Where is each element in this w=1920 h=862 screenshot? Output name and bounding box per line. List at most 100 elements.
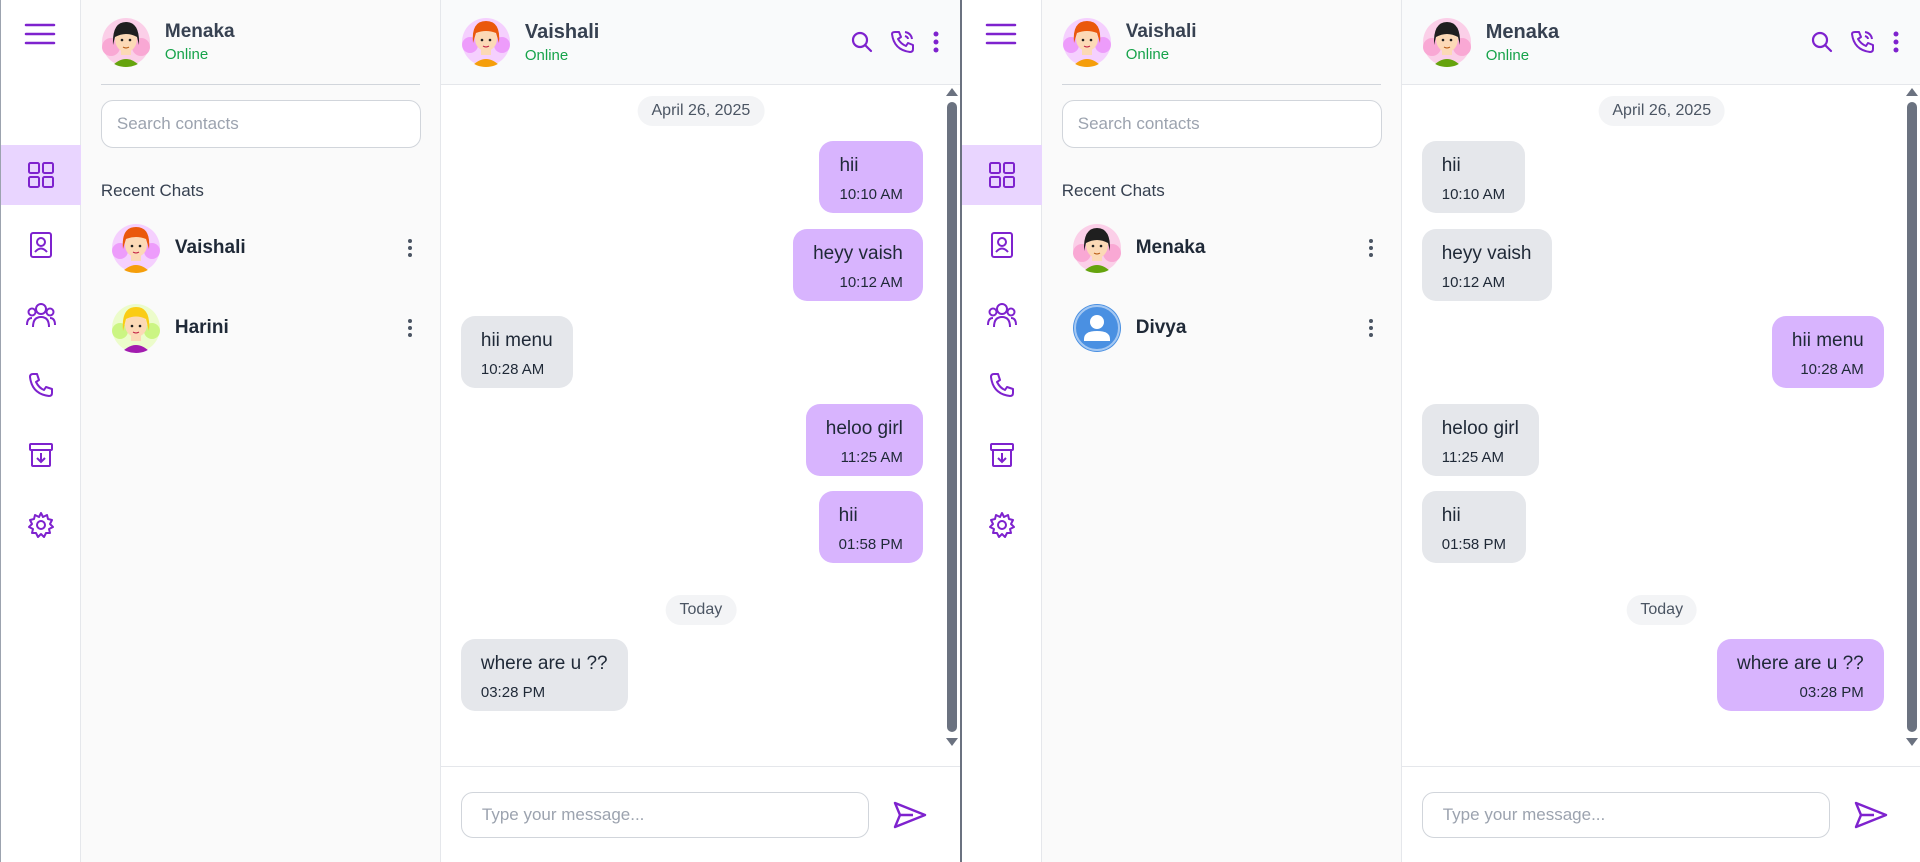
- phone-icon: [988, 371, 1016, 399]
- conversation-status: Online: [1485, 46, 1530, 64]
- chat-list-item[interactable]: Divya: [1062, 295, 1381, 361]
- message-bubble: heloo girl 11:25 AM: [1421, 404, 1539, 476]
- message-text: hii: [1441, 155, 1461, 176]
- message-time: 11:25 AM: [840, 449, 903, 466]
- settings-icon: [27, 511, 55, 539]
- avatar: [111, 223, 161, 273]
- avatar: [101, 17, 151, 67]
- contacts-icon: [988, 231, 1016, 259]
- more-button[interactable]: [932, 30, 940, 54]
- message-bubble: heyy vaish 10:12 AM: [793, 229, 923, 301]
- nav-settings[interactable]: [1, 495, 81, 555]
- conversation-header: Vaishali Online: [440, 0, 960, 85]
- message-text: hii menu: [1791, 330, 1864, 351]
- message-bubble: where are u ?? 03:28 PM: [460, 639, 628, 711]
- nav-groups[interactable]: [1, 285, 81, 345]
- message-composer: [1401, 766, 1920, 862]
- chat-name: Harini: [174, 317, 229, 338]
- nav-dashboard[interactable]: [962, 145, 1042, 205]
- nav-contacts[interactable]: [1, 215, 81, 275]
- groups-icon: [26, 301, 56, 329]
- send-button[interactable]: [1854, 800, 1888, 830]
- avatar: [111, 303, 161, 353]
- conversation-header: Menaka Online: [1401, 0, 1920, 85]
- message-time: 03:28 PM: [1799, 684, 1864, 701]
- chat-list-item[interactable]: Menaka: [1062, 215, 1381, 281]
- nav-calls[interactable]: [1, 355, 81, 415]
- message-text: hii: [838, 505, 858, 526]
- scrollbar[interactable]: [946, 88, 958, 763]
- scroll-up-arrow-icon[interactable]: [946, 88, 958, 96]
- more-button[interactable]: [1892, 30, 1900, 54]
- current-user: Menaka Online: [100, 0, 420, 85]
- message-time: 10:12 AM: [1441, 274, 1506, 291]
- message-bubble: heloo girl 11:25 AM: [805, 404, 923, 476]
- archive-icon: [27, 441, 55, 469]
- date-separator: Today: [1626, 595, 1698, 625]
- hamburger-menu-button[interactable]: [981, 18, 1021, 50]
- message-input[interactable]: [460, 791, 869, 838]
- left-app: Menaka Online Recent Chats Vaishali Hari…: [0, 0, 961, 862]
- nav-contacts[interactable]: [962, 215, 1042, 275]
- scroll-down-arrow-icon[interactable]: [946, 738, 958, 746]
- more-options-icon[interactable]: [400, 239, 420, 257]
- search-button[interactable]: [850, 30, 874, 54]
- send-icon: [893, 800, 927, 830]
- message-bubble: hii 10:10 AM: [1421, 141, 1526, 213]
- search-input[interactable]: [1061, 100, 1382, 148]
- avatar: [1072, 223, 1122, 273]
- message-time: 10:28 AM: [1800, 361, 1864, 378]
- scroll-up-arrow-icon[interactable]: [1906, 88, 1918, 96]
- message-text: hii: [1441, 505, 1461, 526]
- message-bubble: heyy vaish 10:12 AM: [1421, 229, 1552, 301]
- call-icon: [890, 29, 916, 55]
- hamburger-menu-button[interactable]: [20, 18, 60, 50]
- conversation-panel: Menaka Online April 26, 2025 hii 10:10 AM…: [1401, 0, 1920, 862]
- date-separator: April 26, 2025: [1598, 96, 1726, 126]
- send-button[interactable]: [893, 800, 927, 830]
- search-button[interactable]: [1810, 30, 1834, 54]
- message-text: heloo girl: [825, 418, 903, 439]
- conversation-name: Vaishali: [524, 20, 600, 43]
- contacts-icon: [27, 231, 55, 259]
- conversation-status: Online: [524, 46, 569, 64]
- nav-archive[interactable]: [1, 425, 81, 485]
- nav-dashboard[interactable]: [1, 145, 81, 205]
- date-separator: April 26, 2025: [637, 96, 765, 126]
- message-bubble: hii menu 10:28 AM: [1771, 316, 1884, 388]
- message-time: 10:10 AM: [839, 186, 903, 203]
- message-input[interactable]: [1421, 791, 1830, 838]
- dashboard-icon: [988, 161, 1016, 189]
- nav-archive[interactable]: [962, 425, 1042, 485]
- dashboard-icon: [27, 161, 55, 189]
- call-icon: [1850, 29, 1876, 55]
- current-user-name: Menaka: [164, 21, 235, 42]
- search-input[interactable]: [100, 100, 421, 148]
- message-time: 01:58 PM: [838, 536, 903, 553]
- current-user-status: Online: [164, 46, 209, 63]
- settings-icon: [988, 511, 1016, 539]
- nav-calls[interactable]: [962, 355, 1042, 415]
- nav-settings[interactable]: [962, 495, 1042, 555]
- archive-icon: [988, 441, 1016, 469]
- more-options-icon[interactable]: [1361, 319, 1381, 337]
- scrollbar-thumb[interactable]: [1907, 102, 1917, 732]
- scrollbar[interactable]: [1906, 88, 1918, 763]
- nav-groups[interactable]: [962, 285, 1042, 345]
- avatar: [1072, 303, 1122, 353]
- message-text: hii: [839, 155, 859, 176]
- message-bubble: hii 01:58 PM: [1421, 491, 1526, 563]
- nav-rail: [962, 0, 1042, 862]
- screen: Menaka Online Recent Chats Vaishali Hari…: [0, 0, 1920, 862]
- message-time: 11:25 AM: [1441, 449, 1504, 466]
- hamburger-icon: [24, 22, 56, 46]
- call-button[interactable]: [1850, 29, 1876, 55]
- more-options-icon[interactable]: [1361, 239, 1381, 257]
- call-button[interactable]: [890, 29, 916, 55]
- chat-list-item[interactable]: Vaishali: [101, 215, 420, 281]
- chat-list-item[interactable]: Harini: [101, 295, 420, 361]
- scroll-down-arrow-icon[interactable]: [1906, 738, 1918, 746]
- scrollbar-thumb[interactable]: [947, 102, 957, 732]
- more-options-icon[interactable]: [400, 319, 420, 337]
- message-text: heyy vaish: [1441, 243, 1532, 264]
